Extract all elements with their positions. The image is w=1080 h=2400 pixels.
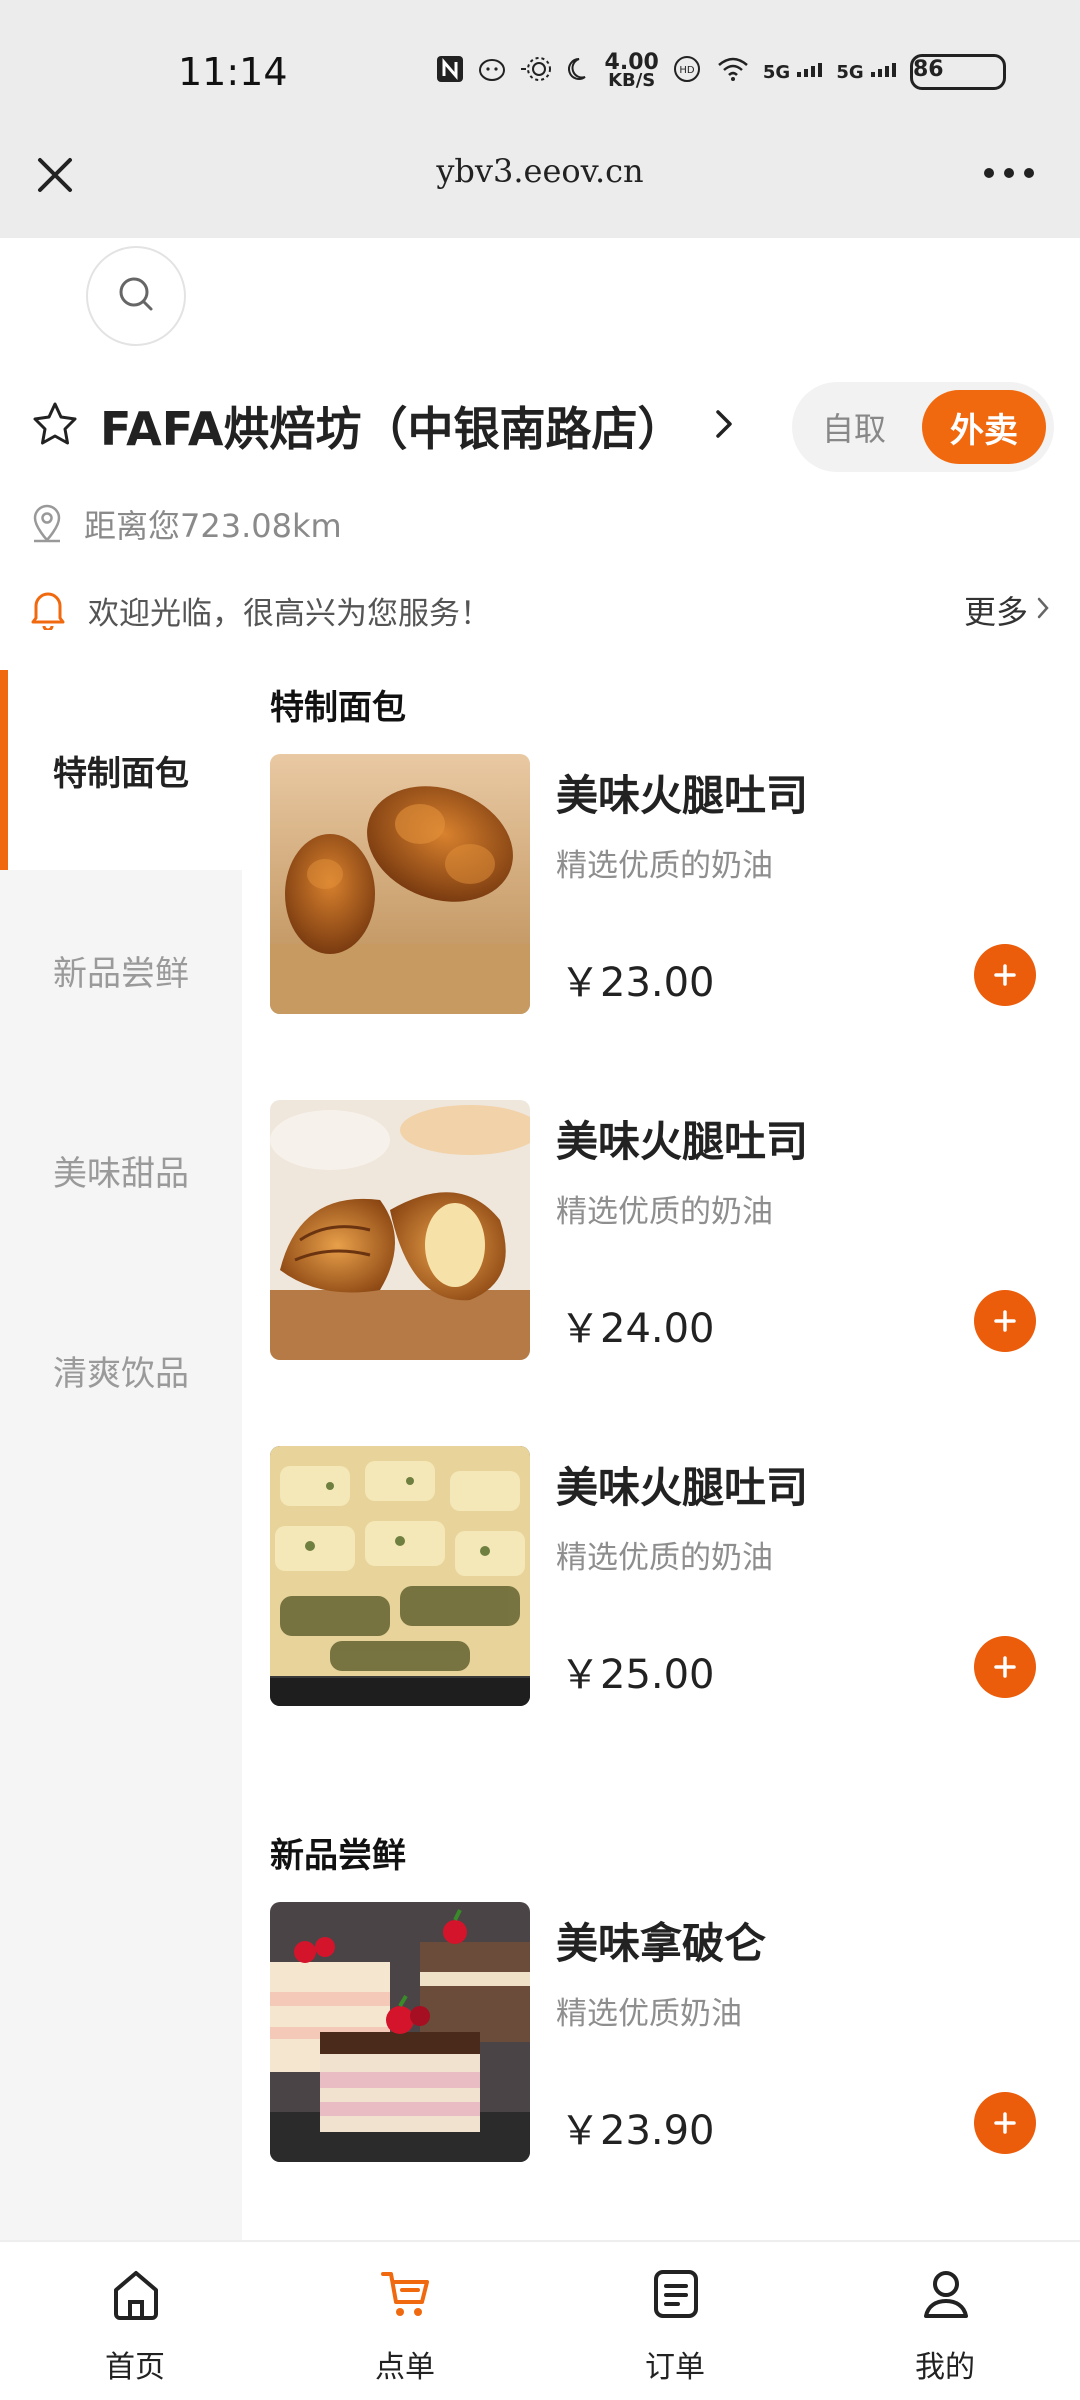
product-name: 美味火腿吐司	[556, 1463, 809, 1512]
notice-more-link[interactable]: 更多	[964, 587, 1028, 633]
location-pin-icon	[30, 501, 64, 547]
plus-icon	[994, 2112, 1016, 2134]
moon-icon	[565, 55, 593, 90]
plus-icon	[994, 1310, 1016, 1332]
order-mode-toggle[interactable]: 自取 外卖	[792, 382, 1054, 472]
category-label: 美味甜品	[53, 1153, 189, 1194]
tab-label: 我的	[915, 2350, 975, 2385]
category-sidebar: 特制面包 新品尝鲜 美味甜品 清爽饮品	[0, 670, 242, 2240]
store-name: FAFA烘焙坊（中银南路店）	[100, 402, 684, 456]
chevron-right-icon	[714, 408, 734, 444]
category-item-new[interactable]: 新品尝鲜	[0, 870, 242, 1070]
category-label: 新品尝鲜	[53, 953, 189, 994]
product-price: ￥23.00	[560, 960, 715, 1006]
product-desc: 精选优质的奶油	[556, 848, 773, 884]
bottom-tab-bar: 首页 点单 订单 我的	[0, 2240, 1080, 2400]
product-price: ￥23.90	[560, 2108, 715, 2154]
signal-5g-1: 5G	[763, 62, 825, 83]
tab-orders[interactable]: 订单	[540, 2242, 810, 2400]
add-to-cart-button[interactable]	[974, 1290, 1036, 1352]
signal-5g-2-label: 5G	[836, 61, 864, 83]
plus-icon	[994, 964, 1016, 986]
category-label: 清爽饮品	[53, 1353, 189, 1394]
star-icon[interactable]	[30, 399, 80, 453]
tab-home[interactable]: 首页	[0, 2242, 270, 2400]
product-image-layer-cake[interactable]	[270, 1902, 530, 2162]
tab-label: 首页	[105, 2350, 165, 2385]
more-options-icon[interactable]	[984, 158, 1044, 188]
add-to-cart-button[interactable]	[974, 1636, 1036, 1698]
product-name: 美味拿破仑	[556, 1919, 767, 1968]
page-url: ybv3.eeov.cn	[436, 152, 644, 190]
cart-icon	[380, 2266, 432, 2322]
mode-pickup[interactable]: 自取	[822, 404, 886, 450]
tab-order[interactable]: 点单	[270, 2242, 540, 2400]
product-card[interactable]: 美味火腿吐司 精选优质的奶油 ￥24.00	[270, 1100, 1060, 1360]
search-button[interactable]	[86, 246, 186, 346]
network-speed: 4.00 KB/S	[605, 52, 659, 91]
cute-face-icon	[477, 55, 507, 90]
product-image-herb-pastry[interactable]	[270, 1446, 530, 1706]
add-to-cart-button[interactable]	[974, 944, 1036, 1006]
store-header[interactable]: FAFA烘焙坊（中银南路店）	[30, 384, 734, 468]
category-item-dessert[interactable]: 美味甜品	[0, 1070, 242, 1270]
category-label: 特制面包	[53, 753, 189, 794]
add-to-cart-button[interactable]	[974, 2092, 1036, 2154]
category-item-special-bread[interactable]: 特制面包	[0, 670, 242, 870]
hd-icon: HD	[671, 54, 703, 91]
product-card[interactable]: 美味火腿吐司 精选优质的奶油 ￥23.00	[270, 754, 1060, 1014]
product-image-croissant[interactable]	[270, 1100, 530, 1360]
product-name: 美味火腿吐司	[556, 771, 809, 820]
home-icon	[110, 2266, 162, 2322]
product-price: ￥25.00	[560, 1652, 715, 1698]
distance-text: 距离您723.08km	[84, 507, 342, 545]
distance-row: 距离您723.08km	[30, 496, 342, 552]
browser-bar: ybv3.eeov.cn	[0, 124, 1080, 238]
product-card[interactable]: 美味拿破仑 精选优质奶油 ￥23.90	[270, 1902, 1060, 2162]
section-title: 新品尝鲜	[270, 1836, 406, 1876]
notice-bar[interactable]: 欢迎光临，很高兴为您服务！ 更多	[28, 582, 1050, 638]
signal-5g-1-label: 5G	[762, 61, 791, 83]
bell-icon	[28, 586, 68, 634]
flower-icon	[519, 54, 553, 91]
mode-delivery[interactable]: 外卖	[922, 390, 1046, 464]
status-icons: 4.00 KB/S HD 5G 5G 86	[435, 50, 1006, 94]
profile-icon	[920, 2266, 972, 2322]
status-time: 11:14	[178, 50, 288, 94]
status-bar: 11:14 4.00 KB/S HD 5G 5G 86	[0, 0, 1080, 124]
notice-text: 欢迎光临，很高兴为您服务！	[88, 595, 491, 632]
search-icon	[114, 272, 158, 320]
battery-icon: 86	[910, 54, 1006, 90]
product-name: 美味火腿吐司	[556, 1117, 809, 1166]
svg-text:HD: HD	[679, 65, 695, 76]
product-desc: 精选优质的奶油	[556, 1540, 773, 1576]
tab-profile[interactable]: 我的	[810, 2242, 1080, 2400]
product-image-braided-bread[interactable]	[270, 754, 530, 1014]
plus-icon	[994, 1656, 1016, 1678]
tab-label: 订单	[645, 2350, 705, 2385]
product-price: ￥24.00	[560, 1306, 715, 1352]
wifi-icon	[715, 55, 751, 90]
network-speed-unit: KB/S	[608, 70, 656, 91]
signal-5g-2: 5G	[836, 62, 898, 83]
chevron-right-icon	[1036, 596, 1050, 624]
battery-level: 86	[913, 57, 944, 82]
product-desc: 精选优质奶油	[556, 1996, 742, 2032]
product-desc: 精选优质的奶油	[556, 1194, 773, 1230]
section-title: 特制面包	[270, 688, 406, 728]
tab-label: 点单	[375, 2350, 435, 2385]
orders-icon	[650, 2266, 702, 2322]
product-card[interactable]: 美味火腿吐司 精选优质的奶油 ￥25.00	[270, 1446, 1060, 1706]
nfc-icon	[435, 54, 465, 91]
category-item-drinks[interactable]: 清爽饮品	[0, 1270, 242, 1470]
